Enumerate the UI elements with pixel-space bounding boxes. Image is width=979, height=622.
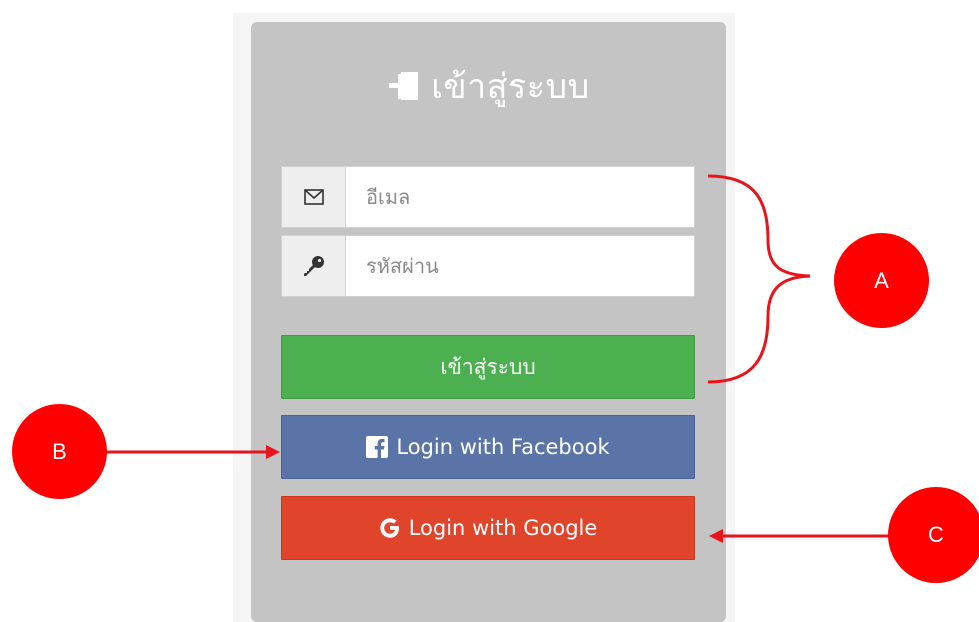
annotation-arrow-c xyxy=(709,529,893,543)
annotation-marker-c-label: C xyxy=(928,522,944,547)
annotation-overlay xyxy=(105,174,893,543)
annotation-marker-a-label: A xyxy=(874,267,889,293)
annotation-marker-c: C xyxy=(888,487,979,583)
annotation-arrow-b xyxy=(105,445,280,459)
annotation-marker-b: B xyxy=(12,404,107,499)
annotation-bracket-a xyxy=(707,174,811,384)
annotation-marker-b-label: B xyxy=(52,438,67,464)
annotation-marker-a: A xyxy=(834,233,929,328)
